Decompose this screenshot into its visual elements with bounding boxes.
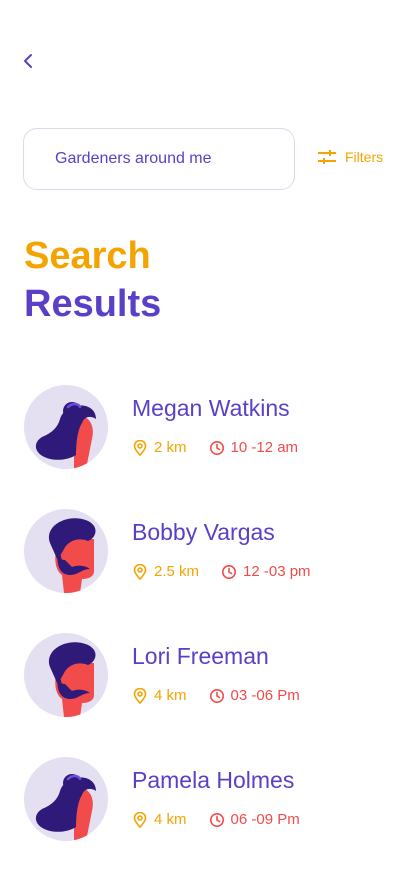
result-time: 12 -03 pm [243,563,311,580]
results-list: Megan Watkins 2 km 10 -12 am Bobby Varga… [0,385,414,881]
result-time: 03 -06 Pm [230,687,300,704]
list-item[interactable]: Bobby Vargas 2.5 km 12 -03 pm [0,509,414,633]
search-input-value: Gardeners around me [55,150,212,167]
clock-icon [221,564,237,580]
result-name: Pamela Holmes [132,767,295,793]
clock-icon [209,688,225,704]
filters-label: Filters [345,149,384,165]
list-item[interactable]: Pamela Holmes 4 km 06 -09 Pm [0,757,414,881]
result-time: 10 -12 am [230,439,299,456]
location-pin-icon [132,563,148,580]
result-name: Bobby Vargas [132,519,275,545]
clock-icon [209,812,225,828]
result-distance: 4 km [154,811,187,828]
result-distance: 2.5 km [154,563,200,580]
location-pin-icon [132,687,148,704]
result-distance: 4 km [154,687,187,704]
result-distance: 2 km [154,439,187,456]
result-name: Megan Watkins [132,395,290,421]
chevron-left-icon [24,54,32,68]
list-item[interactable]: Lori Freeman 4 km 03 -06 Pm [0,633,414,757]
clock-icon [209,440,225,456]
sliders-icon [317,149,337,165]
result-time: 06 -09 Pm [230,811,300,828]
page-title: Search Results [24,232,161,328]
avatar [24,757,108,841]
back-button[interactable] [18,50,40,72]
avatar [24,385,108,469]
page-title-line2: Results [24,283,162,325]
location-pin-icon [132,811,148,828]
page-title-line1: Search [24,235,151,277]
list-item[interactable]: Megan Watkins 2 km 10 -12 am [0,385,414,509]
location-pin-icon [132,439,148,456]
search-input[interactable]: Gardeners around me [23,128,295,190]
filters-button[interactable]: Filters [317,149,383,165]
avatar [24,509,108,593]
avatar [24,633,108,717]
result-name: Lori Freeman [132,643,269,669]
